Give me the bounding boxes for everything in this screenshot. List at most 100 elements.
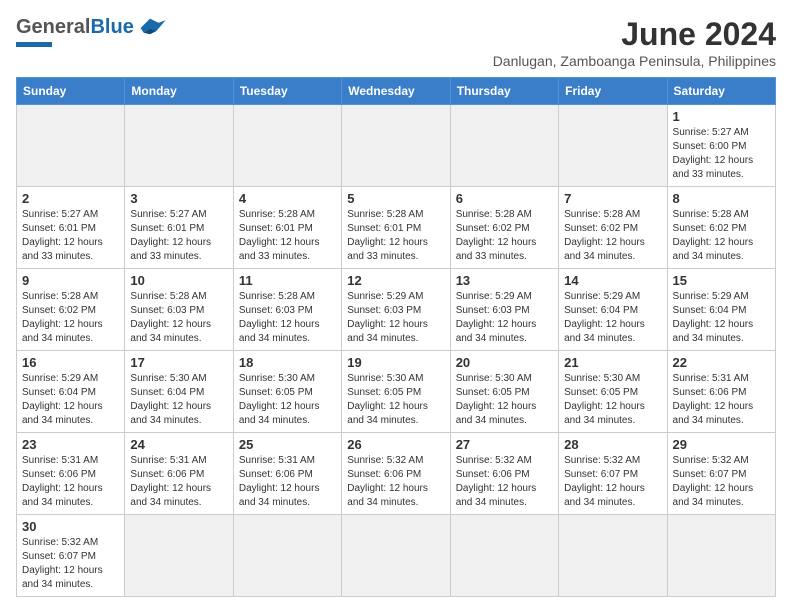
title-area: June 2024 Danlugan, Zamboanga Peninsula,… (493, 16, 776, 69)
day-number: 25 (239, 437, 336, 452)
calendar-week-row: 9 Sunrise: 5:28 AMSunset: 6:02 PMDaylight… (17, 269, 776, 351)
day-number: 16 (22, 355, 119, 370)
calendar-day-cell: 9 Sunrise: 5:28 AMSunset: 6:02 PMDaylight… (17, 269, 125, 351)
calendar-day-cell (125, 105, 233, 187)
day-info: Sunrise: 5:29 AMSunset: 6:04 PMDaylight:… (673, 290, 770, 346)
calendar-day-cell: 26Sunrise: 5:32 AMSunset: 6:06 PMDayligh… (342, 433, 450, 515)
day-number: 30 (22, 519, 119, 534)
day-info: Sunrise: 5:31 AMSunset: 6:06 PMDaylight:… (22, 454, 119, 510)
calendar-day-cell: 17 Sunrise: 5:30 AMSunset: 6:04 PMDayligh… (125, 351, 233, 433)
calendar-day-cell: 12Sunrise: 5:29 AMSunset: 6:03 PMDayligh… (342, 269, 450, 351)
calendar-day-cell: 21 Sunrise: 5:30 AMSunset: 6:05 PMDayligh… (559, 351, 667, 433)
day-number: 6 (456, 191, 553, 206)
calendar-week-row: 2 Sunrise: 5:27 AMSunset: 6:01 PMDaylight… (17, 187, 776, 269)
day-number: 18 (239, 355, 336, 370)
day-number: 9 (22, 273, 119, 288)
weekday-header-friday: Friday (559, 78, 667, 105)
day-info: Sunrise: 5:28 AMSunset: 6:01 PMDaylight:… (347, 208, 444, 264)
calendar-day-cell: 8Sunrise: 5:28 AMSunset: 6:02 PMDaylight… (667, 187, 775, 269)
logo-bird-icon (134, 17, 166, 39)
calendar-day-cell (233, 515, 341, 597)
day-info: Sunrise: 5:29 AMSunset: 6:04 PMDaylight:… (22, 372, 119, 428)
day-info: Sunrise: 5:29 AMSunset: 6:04 PMDaylight:… (564, 290, 661, 346)
day-number: 23 (22, 437, 119, 452)
day-info: Sunrise: 5:28 AMSunset: 6:03 PMDaylight:… (239, 290, 336, 346)
day-info: Sunrise: 5:27 AMSunset: 6:01 PMDaylight:… (22, 208, 119, 264)
day-number: 29 (673, 437, 770, 452)
day-number: 22 (673, 355, 770, 370)
day-number: 11 (239, 273, 336, 288)
calendar-day-cell (559, 105, 667, 187)
logo-underline (16, 42, 52, 47)
calendar-day-cell: 29 Sunrise: 5:32 AMSunset: 6:07 PMDayligh… (667, 433, 775, 515)
logo-blue-text: Blue (90, 16, 133, 39)
day-info: Sunrise: 5:31 AMSunset: 6:06 PMDaylight:… (673, 372, 770, 428)
calendar-subtitle: Danlugan, Zamboanga Peninsula, Philippin… (493, 53, 776, 69)
calendar-day-cell: 11 Sunrise: 5:28 AMSunset: 6:03 PMDayligh… (233, 269, 341, 351)
weekday-header-sunday: Sunday (17, 78, 125, 105)
day-number: 7 (564, 191, 661, 206)
day-info: Sunrise: 5:30 AMSunset: 6:05 PMDaylight:… (456, 372, 553, 428)
day-number: 5 (347, 191, 444, 206)
calendar-day-cell: 6Sunrise: 5:28 AMSunset: 6:02 PMDaylight… (450, 187, 558, 269)
calendar-day-cell (667, 515, 775, 597)
calendar-day-cell: 16 Sunrise: 5:29 AMSunset: 6:04 PMDayligh… (17, 351, 125, 433)
calendar-day-cell (17, 105, 125, 187)
calendar-day-cell (125, 515, 233, 597)
weekday-header-tuesday: Tuesday (233, 78, 341, 105)
calendar-day-cell: 4 Sunrise: 5:28 AMSunset: 6:01 PMDaylight… (233, 187, 341, 269)
day-info: Sunrise: 5:30 AMSunset: 6:04 PMDaylight:… (130, 372, 227, 428)
calendar-day-cell (233, 105, 341, 187)
calendar-day-cell: 14 Sunrise: 5:29 AMSunset: 6:04 PMDayligh… (559, 269, 667, 351)
calendar-day-cell: 22 Sunrise: 5:31 AMSunset: 6:06 PMDayligh… (667, 351, 775, 433)
day-number: 21 (564, 355, 661, 370)
calendar-week-row: 23 Sunrise: 5:31 AMSunset: 6:06 PMDayligh… (17, 433, 776, 515)
calendar-day-cell (450, 105, 558, 187)
day-number: 2 (22, 191, 119, 206)
calendar-day-cell: 18Sunrise: 5:30 AMSunset: 6:05 PMDayligh… (233, 351, 341, 433)
day-info: Sunrise: 5:28 AMSunset: 6:01 PMDaylight:… (239, 208, 336, 264)
day-info: Sunrise: 5:32 AMSunset: 6:07 PMDaylight:… (564, 454, 661, 510)
calendar-week-row: 16 Sunrise: 5:29 AMSunset: 6:04 PMDayligh… (17, 351, 776, 433)
day-number: 20 (456, 355, 553, 370)
day-number: 3 (130, 191, 227, 206)
weekday-header-row: SundayMondayTuesdayWednesdayThursdayFrid… (17, 78, 776, 105)
day-number: 4 (239, 191, 336, 206)
calendar-day-cell: 10Sunrise: 5:28 AMSunset: 6:03 PMDayligh… (125, 269, 233, 351)
calendar-day-cell (342, 105, 450, 187)
day-info: Sunrise: 5:30 AMSunset: 6:05 PMDaylight:… (347, 372, 444, 428)
day-number: 14 (564, 273, 661, 288)
calendar-day-cell: 3Sunrise: 5:27 AMSunset: 6:01 PMDaylight… (125, 187, 233, 269)
calendar-day-cell (559, 515, 667, 597)
calendar-day-cell: 20 Sunrise: 5:30 AMSunset: 6:05 PMDayligh… (450, 351, 558, 433)
weekday-header-saturday: Saturday (667, 78, 775, 105)
weekday-header-thursday: Thursday (450, 78, 558, 105)
day-info: Sunrise: 5:28 AMSunset: 6:02 PMDaylight:… (673, 208, 770, 264)
day-number: 19 (347, 355, 444, 370)
day-info: Sunrise: 5:32 AMSunset: 6:07 PMDaylight:… (22, 536, 119, 592)
day-info: Sunrise: 5:31 AMSunset: 6:06 PMDaylight:… (239, 454, 336, 510)
calendar-day-cell: 2 Sunrise: 5:27 AMSunset: 6:01 PMDaylight… (17, 187, 125, 269)
calendar-day-cell: 7Sunrise: 5:28 AMSunset: 6:02 PMDaylight… (559, 187, 667, 269)
logo-general-text: General (16, 16, 90, 39)
calendar-day-cell: 5 Sunrise: 5:28 AMSunset: 6:01 PMDaylight… (342, 187, 450, 269)
day-number: 17 (130, 355, 227, 370)
calendar-week-row: 30 Sunrise: 5:32 AMSunset: 6:07 PMDayligh… (17, 515, 776, 597)
day-number: 24 (130, 437, 227, 452)
day-number: 15 (673, 273, 770, 288)
weekday-header-monday: Monday (125, 78, 233, 105)
calendar-day-cell: 25 Sunrise: 5:31 AMSunset: 6:06 PMDayligh… (233, 433, 341, 515)
page-header: General Blue June 2024 Danlugan, Zamboan… (16, 16, 776, 69)
calendar-day-cell: 15 Sunrise: 5:29 AMSunset: 6:04 PMDayligh… (667, 269, 775, 351)
day-info: Sunrise: 5:30 AMSunset: 6:05 PMDaylight:… (564, 372, 661, 428)
day-info: Sunrise: 5:32 AMSunset: 6:06 PMDaylight:… (347, 454, 444, 510)
calendar-day-cell (342, 515, 450, 597)
calendar-day-cell: 1Sunrise: 5:27 AMSunset: 6:00 PMDaylight… (667, 105, 775, 187)
day-info: Sunrise: 5:28 AMSunset: 6:02 PMDaylight:… (22, 290, 119, 346)
day-number: 13 (456, 273, 553, 288)
day-info: Sunrise: 5:29 AMSunset: 6:03 PMDaylight:… (347, 290, 444, 346)
day-info: Sunrise: 5:32 AMSunset: 6:06 PMDaylight:… (456, 454, 553, 510)
calendar-day-cell: 27Sunrise: 5:32 AMSunset: 6:06 PMDayligh… (450, 433, 558, 515)
day-info: Sunrise: 5:32 AMSunset: 6:07 PMDaylight:… (673, 454, 770, 510)
day-info: Sunrise: 5:28 AMSunset: 6:03 PMDaylight:… (130, 290, 227, 346)
